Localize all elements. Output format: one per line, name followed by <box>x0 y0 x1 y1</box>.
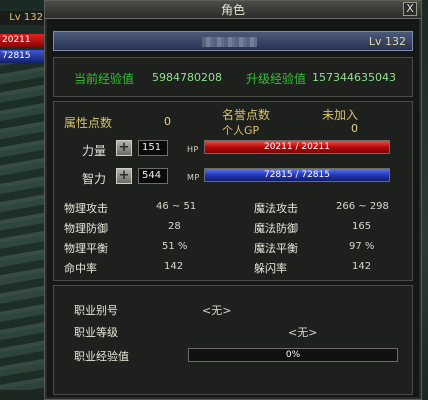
next-exp-value: 157344635043 <box>312 71 396 84</box>
dodge-rate-label: 躲闪率 <box>254 262 287 275</box>
attr-points-label: 属性点数 <box>64 116 113 130</box>
phys-def-label: 物理防御 <box>64 222 108 235</box>
phys-bal-label: 物理平衡 <box>64 242 108 255</box>
add-intelligence-button[interactable]: + <box>116 168 132 184</box>
stats-panel: 属性点数 0 名誉点数 未加入 个人GP 0 力量 + 151 HP 20211… <box>53 101 413 281</box>
current-exp-label: 当前经验值 <box>74 72 135 86</box>
add-strength-button[interactable]: + <box>116 140 132 156</box>
mag-bal-value: 97 % <box>349 241 375 252</box>
strength-value: 151 <box>138 140 168 156</box>
hp-bar-text: 20211 / 20211 <box>263 142 330 152</box>
window-title: 角色 <box>220 3 245 17</box>
attr-points-value: 0 <box>164 115 171 128</box>
mp-label: MP <box>187 173 200 182</box>
hp-label: HP <box>187 145 199 154</box>
job-alias-value: <无> <box>202 304 232 317</box>
strength-label: 力量 <box>82 144 107 158</box>
phys-atk-value: 46 ~ 51 <box>156 201 197 212</box>
intelligence-label: 智力 <box>82 172 107 186</box>
character-window: 角色 X Lv 132 当前经验值 5984780208 升级经验值 15734… <box>44 0 422 400</box>
mini-status-panel: Lv 132 20211 72815 <box>0 8 46 63</box>
fame-status: 未加入 <box>322 108 359 122</box>
mag-def-value: 165 <box>352 221 372 232</box>
phys-atk-label: 物理攻击 <box>64 202 108 215</box>
character-name-blurred <box>202 37 257 47</box>
character-level: Lv 132 <box>368 35 406 48</box>
background-scenery <box>0 60 46 390</box>
phys-bal-value: 51 % <box>162 241 188 252</box>
mag-def-label: 魔法防御 <box>254 222 298 235</box>
mp-bar-text: 72815 / 72815 <box>263 170 330 180</box>
dodge-rate-value: 142 <box>352 261 372 272</box>
mag-atk-label: 魔法攻击 <box>254 202 298 215</box>
mag-bal-label: 魔法平衡 <box>254 242 298 255</box>
phys-def-value: 28 <box>168 221 181 232</box>
mini-level: Lv 132 <box>0 11 46 25</box>
mag-atk-value: 266 ~ 298 <box>336 201 389 212</box>
experience-panel: 当前经验值 5984780208 升级经验值 157344635043 <box>53 57 413 97</box>
mini-hp-bar: 20211 <box>0 34 46 47</box>
job-panel: 职业别号 <无> 职业等级 <无> 职业经验值 0% <box>53 285 413 395</box>
job-exp-label: 职业经验值 <box>74 350 129 363</box>
intelligence-value: 544 <box>138 168 168 184</box>
next-exp-label: 升级经验值 <box>246 72 307 86</box>
gp-value: 0 <box>351 122 358 135</box>
mp-bar: 72815 / 72815 <box>204 168 390 182</box>
gp-label: 个人GP <box>222 124 260 137</box>
job-level-value: <无> <box>288 326 318 339</box>
hit-rate-label: 命中率 <box>64 262 97 275</box>
close-button[interactable]: X <box>403 2 417 16</box>
title-bar[interactable]: 角色 X <box>45 1 421 19</box>
fame-points-label: 名誉点数 <box>222 108 271 122</box>
job-level-label: 职业等级 <box>74 326 118 339</box>
job-exp-bar: 0% <box>188 348 398 362</box>
job-exp-text: 0% <box>285 350 301 360</box>
character-name-bar: Lv 132 <box>53 31 413 51</box>
mini-mp-bar: 72815 <box>0 50 46 63</box>
hit-rate-value: 142 <box>164 261 184 272</box>
current-exp-value: 5984780208 <box>152 71 222 84</box>
hp-bar: 20211 / 20211 <box>204 140 390 154</box>
job-alias-label: 职业别号 <box>74 304 118 317</box>
